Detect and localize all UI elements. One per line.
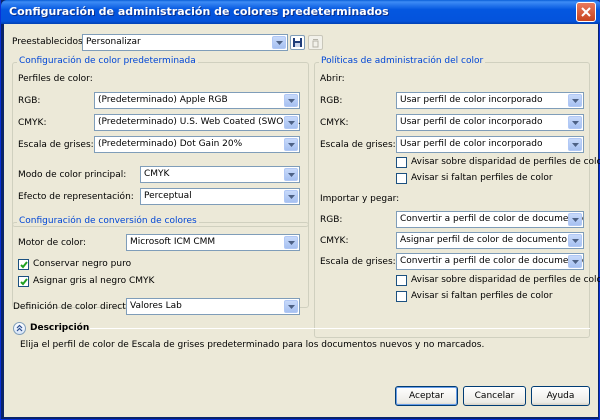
rendering-intent-label: Efecto de representación: — [18, 192, 134, 202]
gray-profile-label: Escala de grises: — [18, 140, 94, 150]
rendering-intent-select[interactable]: Perceptual — [140, 188, 300, 205]
trash-icon — [312, 39, 319, 48]
import-cmyk-label: CMYK: — [320, 236, 349, 246]
chevron-down-icon — [284, 138, 298, 151]
save-icon — [293, 38, 302, 47]
primary-color-mode-select[interactable]: CMYK — [140, 166, 300, 183]
import-gray-label: Escala de grises: — [320, 257, 396, 267]
import-rgb-label: RGB: — [320, 215, 343, 225]
open-cmyk-label: CMYK: — [320, 118, 349, 128]
map-gray-label: Asignar gris al negro CMYK — [33, 276, 155, 286]
checkmark-icon — [20, 261, 28, 269]
checkmark-icon — [20, 278, 28, 286]
map-gray-checkbox[interactable] — [18, 276, 29, 287]
open-warn-missing-checkbox[interactable] — [396, 173, 407, 184]
dialog-window: Configuración de administración de color… — [0, 0, 600, 420]
spot-color-label: Definición de color directo: — [13, 302, 135, 312]
import-rgb-select[interactable]: Convertir a perfil de color de documento — [396, 211, 584, 228]
import-gray-value: Convertir a perfil de color de documento — [400, 256, 584, 266]
open-cmyk-select[interactable]: Usar perfil de color incorporado — [396, 114, 584, 131]
cmyk-profile-select[interactable]: (Predeterminado) U.S. Web Coated (SWOP).… — [94, 114, 301, 131]
conversion-group-title: Configuración de conversión de colores — [17, 216, 199, 226]
description-text: Elija el perfil de color de Escala de gr… — [20, 340, 485, 350]
import-paste-label: Importar y pegar: — [320, 194, 400, 204]
presets-value: Personalizar — [86, 37, 141, 47]
ok-button[interactable]: Aceptar — [395, 386, 458, 406]
open-warn-missing-label: Avisar si faltan perfiles de color — [411, 173, 553, 183]
rendering-intent-value: Perceptual — [144, 191, 192, 201]
import-cmyk-value: Asignar perfil de color de documento — [400, 235, 567, 245]
help-button[interactable]: Ayuda — [531, 386, 590, 406]
import-warn-mismatch-label: Avisar sobre disparidad de perfiles de c… — [411, 275, 600, 285]
color-engine-select[interactable]: Microsoft ICM CMM — [126, 234, 300, 251]
spot-color-value: Valores Lab — [130, 301, 182, 311]
title-bar[interactable]: Configuración de administración de color… — [1, 0, 600, 24]
open-gray-select[interactable]: Usar perfil de color incorporado — [396, 136, 584, 153]
color-engine-label: Motor de color: — [18, 238, 87, 248]
open-rgb-select[interactable]: Usar perfil de color incorporado — [396, 92, 584, 109]
chevron-down-icon — [568, 116, 582, 129]
default-color-group-title: Configuración de color predeterminada — [17, 56, 198, 66]
close-button[interactable] — [576, 2, 596, 22]
chevron-down-icon — [568, 94, 582, 107]
profiles-label: Perfiles de color: — [18, 74, 93, 84]
import-gray-select[interactable]: Convertir a perfil de color de documento — [396, 253, 584, 270]
chevron-down-icon — [568, 234, 582, 247]
open-rgb-value: Usar perfil de color incorporado — [400, 95, 543, 105]
gray-profile-select[interactable]: (Predeterminado) Dot Gain 20% — [94, 136, 300, 153]
cancel-button[interactable]: Cancelar — [463, 386, 526, 406]
import-warn-missing-label: Avisar si faltan perfiles de color — [411, 291, 553, 301]
chevron-down-icon — [568, 138, 582, 151]
open-rgb-label: RGB: — [320, 96, 343, 106]
chevron-down-icon — [284, 190, 298, 203]
description-divider — [90, 328, 590, 329]
chevron-down-icon — [284, 168, 298, 181]
delete-preset-button[interactable] — [308, 35, 323, 50]
rgb-profile-select[interactable]: (Predeterminado) Apple RGB — [94, 92, 300, 109]
close-icon — [581, 7, 591, 17]
presets-label: Preestablecidos: — [12, 37, 86, 47]
cmyk-profile-value: (Predeterminado) U.S. Web Coated (SWOP).… — [98, 117, 301, 127]
color-engine-value: Microsoft ICM CMM — [130, 237, 216, 247]
dialog-body: Preestablecidos: Personalizar Configurac… — [4, 24, 600, 417]
import-warn-missing-checkbox[interactable] — [396, 291, 407, 302]
chevron-down-icon — [284, 236, 298, 249]
presets-select[interactable]: Personalizar — [82, 34, 288, 51]
chevron-down-icon — [284, 300, 298, 313]
open-warn-mismatch-label: Avisar sobre disparidad de perfiles de c… — [411, 157, 600, 167]
window-title: Configuración de administración de color… — [9, 5, 389, 18]
cmyk-profile-label: CMYK: — [18, 118, 47, 128]
chevron-down-icon — [284, 94, 298, 107]
preserve-black-label: Conservar negro puro — [33, 259, 132, 269]
policies-group-title: Políticas de administración del color — [319, 56, 486, 66]
open-label: Abrir: — [320, 74, 345, 84]
save-preset-button[interactable] — [290, 35, 305, 50]
chevron-down-icon — [272, 36, 286, 49]
open-gray-label: Escala de grises: — [320, 140, 396, 150]
chevron-down-icon — [284, 116, 298, 129]
primary-color-mode-value: CMYK — [144, 169, 170, 179]
import-rgb-value: Convertir a perfil de color de documento — [400, 214, 584, 224]
gray-profile-value: (Predeterminado) Dot Gain 20% — [98, 139, 243, 149]
rgb-profile-value: (Predeterminado) Apple RGB — [98, 95, 228, 105]
double-chevron-up-icon — [16, 324, 23, 332]
chevron-down-icon — [568, 255, 582, 268]
preserve-black-checkbox[interactable] — [18, 259, 29, 270]
collapse-description-button[interactable] — [13, 322, 26, 335]
spot-color-select[interactable]: Valores Lab — [126, 298, 300, 315]
open-cmyk-value: Usar perfil de color incorporado — [400, 117, 543, 127]
rgb-profile-label: RGB: — [18, 96, 41, 106]
open-warn-mismatch-checkbox[interactable] — [396, 157, 407, 168]
description-heading: Descripción — [30, 323, 90, 333]
import-cmyk-select[interactable]: Asignar perfil de color de documento — [396, 232, 584, 249]
primary-color-mode-label: Modo de color principal: — [18, 170, 127, 180]
chevron-down-icon — [568, 213, 582, 226]
open-gray-value: Usar perfil de color incorporado — [400, 139, 543, 149]
import-warn-mismatch-checkbox[interactable] — [396, 275, 407, 286]
